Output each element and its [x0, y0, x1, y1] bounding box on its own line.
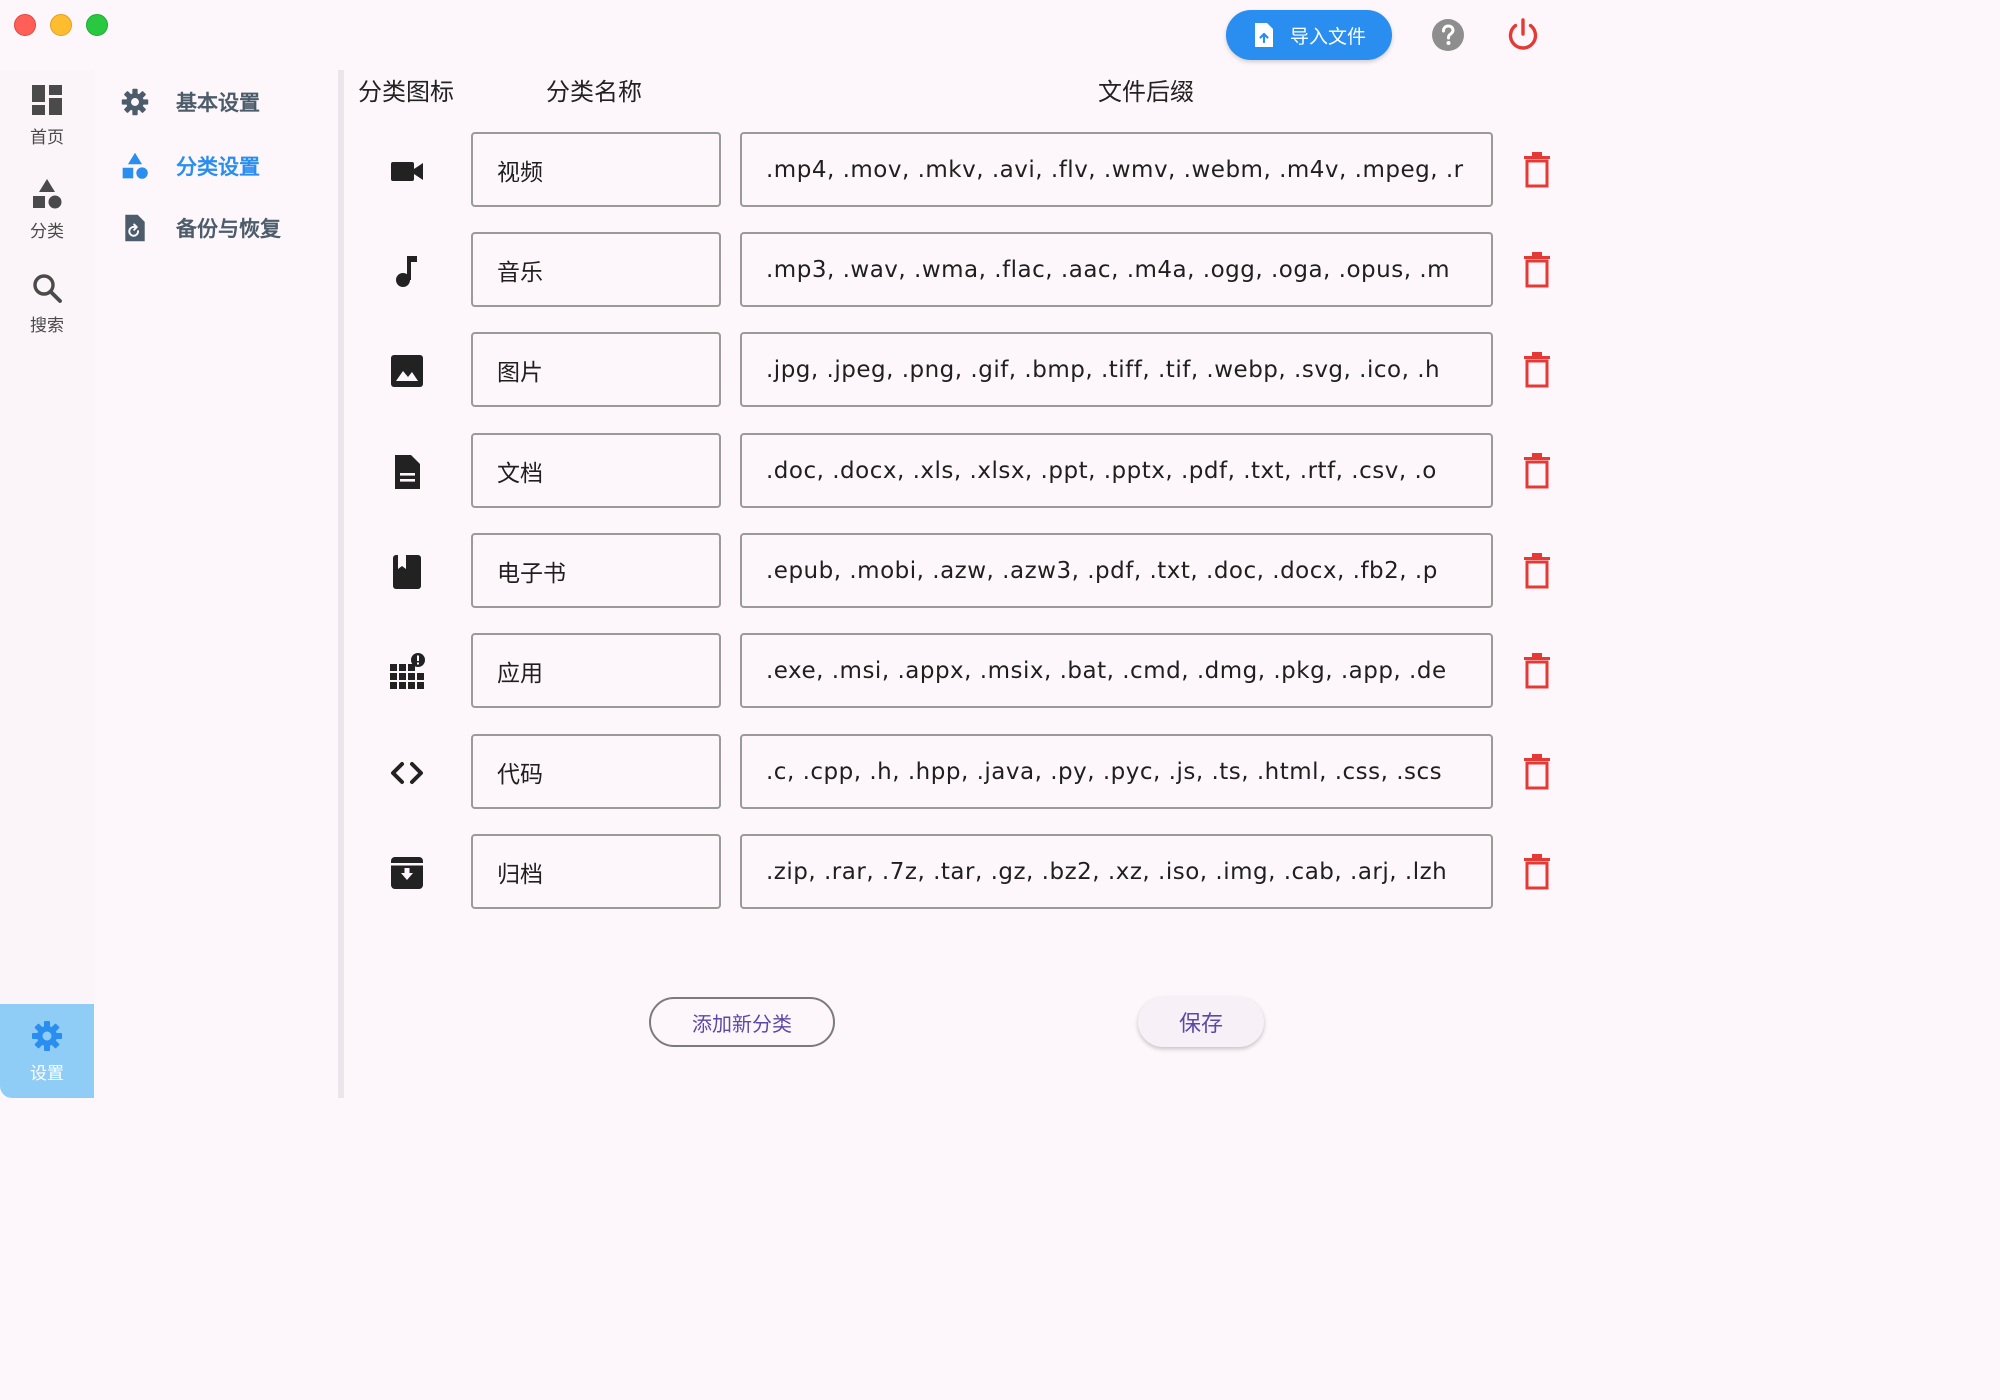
menu-backup-restore-label: 备份与恢复 — [176, 217, 281, 241]
extensions-field[interactable]: .mp4, .mov, .mkv, .avi, .flv, .wmv, .web… — [740, 132, 1493, 207]
extensions-field[interactable]: .c, .cpp, .h, .hpp, .java, .py, .pyc, .j… — [740, 734, 1493, 809]
row-icon-button[interactable] — [388, 252, 426, 290]
menu-category-settings-label: 分类设置 — [176, 155, 260, 179]
category-name-field[interactable]: 代码 — [471, 734, 721, 809]
delete-icon[interactable] — [1522, 653, 1552, 689]
extensions-field[interactable]: .zip, .rar, .7z, .tar, .gz, .bz2, .xz, .… — [740, 834, 1493, 909]
delete-icon[interactable] — [1522, 152, 1552, 188]
menu-backup-restore[interactable]: 备份与恢复 — [120, 208, 281, 248]
delete-icon[interactable] — [1522, 453, 1552, 489]
row-icon-button[interactable] — [388, 152, 426, 190]
nav-search[interactable]: 搜索 — [0, 258, 94, 348]
nav-category[interactable]: 分类 — [0, 164, 94, 254]
add-category-button[interactable]: 添加新分类 — [649, 997, 835, 1047]
extensions-value: .zip, .rar, .7z, .tar, .gz, .bz2, .xz, .… — [766, 858, 1448, 885]
column-header-ext: 文件后缀 — [1098, 78, 1194, 106]
search-icon — [33, 273, 62, 303]
menu-basic-settings[interactable]: 基本设置 — [120, 82, 260, 122]
category-shapes-icon — [122, 152, 148, 179]
row-icon-button[interactable] — [388, 653, 426, 691]
gear-icon — [32, 1020, 62, 1051]
row-icon-button[interactable] — [388, 754, 426, 792]
category-name-field[interactable]: 图片 — [471, 332, 721, 407]
extensions-field[interactable]: .jpg, .jpeg, .png, .gif, .bmp, .tiff, .t… — [740, 332, 1493, 407]
apps-icon — [390, 653, 425, 689]
delete-icon[interactable] — [1522, 352, 1552, 388]
delete-icon[interactable] — [1522, 754, 1552, 790]
nav-home-label: 首页 — [30, 127, 64, 148]
maximize-window-button[interactable] — [86, 14, 108, 36]
extensions-value: .exe, .msi, .appx, .msix, .bat, .cmd, .d… — [766, 657, 1447, 684]
row-icon-button[interactable] — [388, 453, 426, 491]
category-row: 应用 .exe, .msi, .appx, .msix, .bat, .cmd,… — [344, 633, 1568, 709]
document-icon — [395, 455, 420, 489]
category-row: 音乐 .mp3, .wav, .wma, .flac, .aac, .m4a, … — [344, 232, 1568, 308]
delete-icon[interactable] — [1522, 252, 1552, 288]
gear-icon — [121, 88, 149, 116]
category-row: 文档 .doc, .docx, .xls, .xlsx, .ppt, .pptx… — [344, 433, 1568, 509]
category-row: 归档 .zip, .rar, .7z, .tar, .gz, .bz2, .xz… — [344, 834, 1568, 910]
power-icon[interactable] — [1505, 17, 1541, 53]
category-name-field[interactable]: 电子书 — [471, 533, 721, 608]
delete-icon[interactable] — [1522, 854, 1552, 890]
category-name-field[interactable]: 音乐 — [471, 232, 721, 307]
extensions-field[interactable]: .epub, .mobi, .azw, .azw3, .pdf, .txt, .… — [740, 533, 1493, 608]
extensions-field[interactable]: .mp3, .wav, .wma, .flac, .aac, .m4a, .og… — [740, 232, 1493, 307]
videocam-icon — [391, 162, 423, 181]
category-name-field[interactable]: 归档 — [471, 834, 721, 909]
row-icon-button[interactable] — [388, 854, 426, 892]
music-note-icon — [396, 256, 417, 287]
import-file-button[interactable]: 导入文件 — [1226, 10, 1392, 60]
help-icon[interactable] — [1431, 18, 1465, 52]
category-name-field[interactable]: 视频 — [471, 132, 721, 207]
extensions-value: .doc, .docx, .xls, .xlsx, .ppt, .pptx, .… — [766, 457, 1437, 484]
category-row: 视频 .mp4, .mov, .mkv, .avi, .flv, .wmv, .… — [344, 132, 1568, 208]
category-shapes-icon — [33, 178, 62, 208]
extensions-value: .mp4, .mov, .mkv, .avi, .flv, .wmv, .web… — [766, 156, 1464, 183]
close-window-button[interactable] — [14, 14, 36, 36]
book-icon — [393, 555, 421, 589]
archive-icon — [391, 857, 423, 889]
nav-home[interactable]: 首页 — [0, 70, 94, 160]
extensions-value: .jpg, .jpeg, .png, .gif, .bmp, .tiff, .t… — [766, 356, 1441, 383]
app-window: 导入文件 首页 分类 搜索 设置 基本设置 分类设置 备份与恢复 分类图标 分类… — [0, 0, 1568, 1098]
nav-category-label: 分类 — [30, 221, 64, 242]
extensions-value: .mp3, .wav, .wma, .flac, .aac, .m4a, .og… — [766, 256, 1451, 283]
extensions-field[interactable]: .exe, .msi, .appx, .msix, .bat, .cmd, .d… — [740, 633, 1493, 708]
category-name-field[interactable]: 应用 — [471, 633, 721, 708]
row-icon-button[interactable] — [388, 553, 426, 591]
nav-rail: 首页 分类 搜索 设置 — [0, 70, 94, 1098]
code-icon — [391, 762, 423, 784]
nav-settings[interactable]: 设置 — [0, 1004, 94, 1098]
menu-category-settings[interactable]: 分类设置 — [120, 146, 260, 186]
minimize-window-button[interactable] — [50, 14, 72, 36]
extensions-field[interactable]: .doc, .docx, .xls, .xlsx, .ppt, .pptx, .… — [740, 433, 1493, 508]
menu-basic-settings-label: 基本设置 — [176, 91, 260, 115]
image-icon — [391, 355, 423, 387]
file-upload-icon — [1254, 23, 1273, 47]
category-row: 图片 .jpg, .jpeg, .png, .gif, .bmp, .tiff,… — [344, 332, 1568, 408]
extensions-value: .c, .cpp, .h, .hpp, .java, .py, .pyc, .j… — [766, 758, 1443, 785]
extensions-value: .epub, .mobi, .azw, .azw3, .pdf, .txt, .… — [766, 557, 1438, 584]
delete-icon[interactable] — [1522, 553, 1552, 589]
row-icon-button[interactable] — [388, 352, 426, 390]
column-header-icon: 分类图标 — [358, 78, 454, 106]
nav-search-label: 搜索 — [30, 315, 64, 336]
dashboard-icon — [32, 84, 62, 115]
category-row: 电子书 .epub, .mobi, .azw, .azw3, .pdf, .tx… — [344, 533, 1568, 609]
save-button[interactable]: 保存 — [1138, 997, 1264, 1047]
nav-settings-label: 设置 — [30, 1063, 64, 1084]
import-file-label: 导入文件 — [1289, 25, 1366, 48]
settings-menu: 基本设置 分类设置 备份与恢复 — [94, 70, 338, 1098]
category-name-field[interactable]: 文档 — [471, 433, 721, 508]
category-row: 代码 .c, .cpp, .h, .hpp, .java, .py, .pyc,… — [344, 734, 1568, 810]
restore-file-icon — [125, 214, 145, 242]
column-header-name: 分类名称 — [546, 78, 642, 106]
